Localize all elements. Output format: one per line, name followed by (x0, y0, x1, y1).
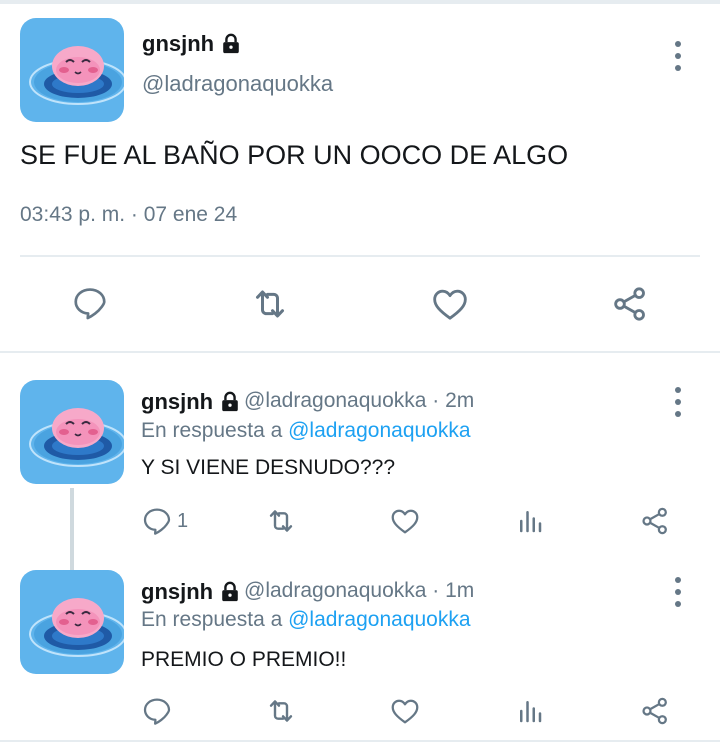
reply-icon (141, 505, 173, 537)
retweet-button[interactable] (265, 505, 297, 537)
stats-icon (515, 696, 545, 726)
share-icon (610, 284, 650, 324)
like-icon (389, 505, 421, 537)
more-icon[interactable] (673, 387, 683, 417)
divider (20, 255, 700, 257)
reply-text: Y SI VIENE DESNUDO??? (141, 456, 396, 479)
reply-handle-time[interactable]: @ladragonaquokka · 1m (244, 579, 474, 603)
stats-button[interactable] (515, 696, 545, 726)
like-button[interactable] (430, 284, 470, 324)
lock-icon (219, 391, 241, 413)
more-icon[interactable] (673, 577, 683, 607)
share-button[interactable] (610, 284, 650, 324)
reply-button[interactable] (71, 284, 109, 322)
replying-to: En respuesta a @ladragonaquokka (141, 419, 471, 443)
reply-display-name[interactable]: gnsjnh (141, 579, 241, 605)
reply-icon (71, 284, 109, 322)
retweet-icon (265, 505, 297, 537)
stats-button[interactable] (515, 506, 545, 536)
like-icon (430, 284, 470, 324)
like-button[interactable] (389, 695, 421, 727)
replying-to: En respuesta a @ladragonaquokka (141, 608, 471, 632)
mention-link[interactable]: @ladragonaquokka (288, 608, 470, 631)
share-button[interactable] (639, 505, 671, 537)
replying-to-prefix: En respuesta a (141, 608, 289, 631)
thread-line (70, 488, 74, 570)
top-border (0, 0, 720, 4)
share-icon (639, 505, 671, 537)
retweet-icon (250, 284, 290, 324)
retweet-icon (265, 695, 297, 727)
more-icon[interactable] (673, 41, 683, 71)
display-name[interactable]: gnsjnh (142, 31, 242, 57)
tweet-timestamp[interactable]: 03:43 p. m. · 07 ene 24 (20, 203, 237, 227)
lock-icon (219, 581, 241, 603)
section-separator (0, 351, 720, 353)
reply-avatar[interactable] (20, 380, 124, 484)
retweet-button[interactable] (265, 695, 297, 727)
avatar[interactable] (20, 18, 124, 122)
mention-link[interactable]: @ladragonaquokka (288, 419, 470, 442)
share-icon (639, 695, 671, 727)
retweet-button[interactable] (250, 284, 290, 324)
tweet-text: SE FUE AL BAÑO POR UN OOCO DE ALGO (20, 140, 569, 170)
reply-text: PREMIO O PREMIO!! (141, 648, 347, 671)
reply-display-name[interactable]: gnsjnh (141, 389, 241, 415)
reply-display-name-text[interactable]: gnsjnh (141, 579, 213, 605)
reply-avatar[interactable] (20, 570, 124, 674)
reply-button[interactable] (141, 695, 173, 727)
stats-icon (515, 506, 545, 536)
like-icon (389, 695, 421, 727)
share-button[interactable] (639, 695, 671, 727)
bottom-separator (0, 740, 720, 742)
lock-icon (220, 33, 242, 55)
reply-display-name-text[interactable]: gnsjnh (141, 389, 213, 415)
reply-icon (141, 695, 173, 727)
reply-count: 1 (177, 509, 189, 532)
reply-button[interactable]: 1 (141, 505, 188, 537)
like-button[interactable] (389, 505, 421, 537)
display-name-text[interactable]: gnsjnh (142, 31, 214, 57)
reply-handle-time[interactable]: @ladragonaquokka · 2m (244, 389, 474, 413)
user-handle[interactable]: @ladragonaquokka (142, 71, 333, 97)
replying-to-prefix: En respuesta a (141, 419, 289, 442)
